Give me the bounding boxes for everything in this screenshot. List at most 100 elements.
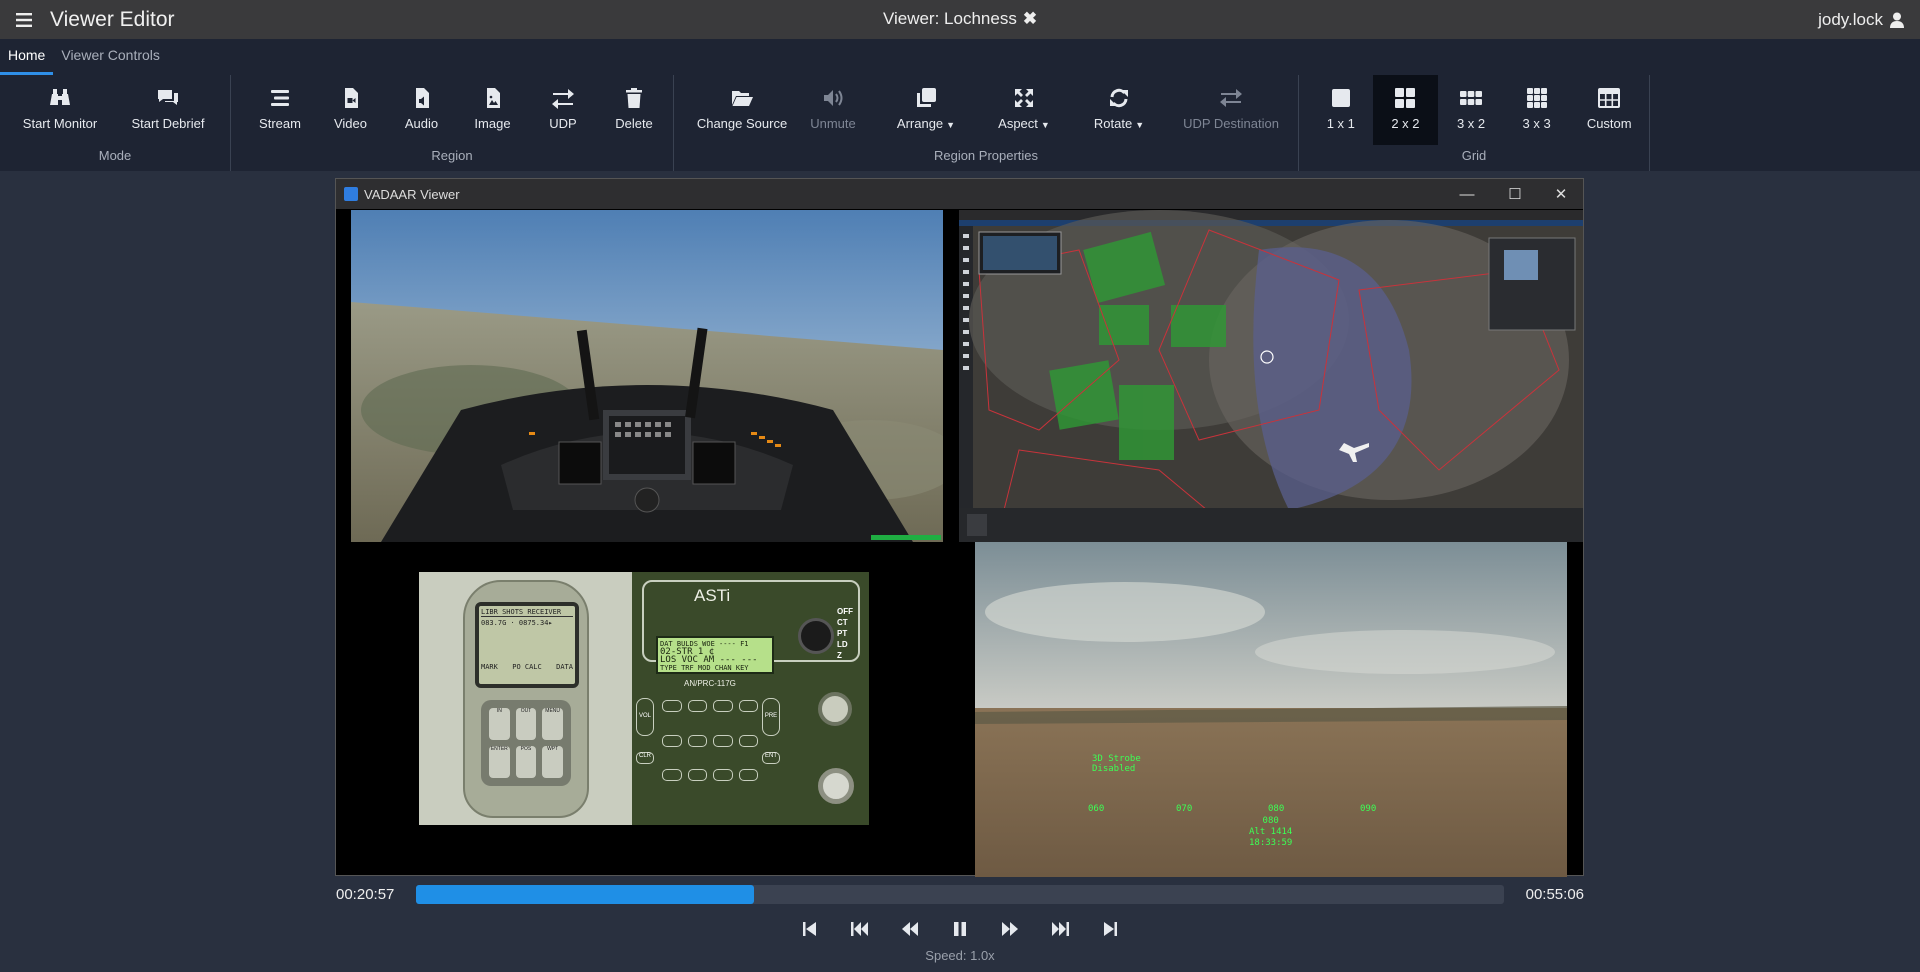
hud-heading-tick: 080 [1268, 804, 1285, 814]
radio-key[interactable] [713, 700, 733, 712]
square-icon [1331, 89, 1350, 107]
grid-1x1-button[interactable]: 1 x 1 [1309, 75, 1373, 145]
delete-button[interactable]: Delete [598, 75, 670, 145]
user-icon [1890, 12, 1904, 28]
radio-key[interactable] [662, 700, 682, 712]
radio-key[interactable] [662, 769, 682, 782]
sim-hud-pane[interactable]: 3D Strobe Disabled 060 070 080 090 080 A… [975, 542, 1567, 877]
radio-key[interactable] [687, 700, 707, 712]
gps-key-out[interactable]: OUT [515, 708, 537, 740]
vol-button[interactable]: VOL [636, 698, 654, 736]
change-source-button[interactable]: Change Source [694, 75, 790, 145]
grid-custom-button[interactable]: Custom [1569, 75, 1649, 145]
hud-heading-tape: 060 070 080 090 [1088, 804, 1388, 818]
tactical-map-pane[interactable] [959, 210, 1583, 542]
progress-track[interactable] [416, 885, 1504, 904]
gps-key-menu[interactable]: MENU [542, 708, 563, 740]
udp-destination-button[interactable]: UDP Destination [1166, 75, 1296, 145]
unmute-button[interactable]: Unmute [790, 75, 876, 145]
gps-keypad: IN OUT MENU ENTER POS WPT [481, 700, 571, 786]
radio-display: DAT BULDS WOE ---- F1 02-STR 1 ¢ LOS VOC… [656, 636, 774, 674]
maximize-icon[interactable]: ☐ [1495, 179, 1535, 209]
video-button[interactable]: Video [315, 75, 386, 145]
fast-forward-icon[interactable] [997, 918, 1023, 940]
radio-panel-pane[interactable]: LIBR SHOTS RECEIVER 083.7G · 0875.34▸ MA… [419, 572, 869, 825]
gps-key-mark[interactable]: MARK [481, 663, 498, 671]
delete-label: Delete [615, 116, 653, 131]
grid-3x2-icon [1460, 91, 1483, 105]
exchange-icon [1220, 89, 1242, 107]
radio-display-line: TYPE TRF MOD CHAN KEY [660, 664, 749, 672]
rewind-icon[interactable] [897, 918, 923, 940]
playback-speed: Speed: 1.0x [925, 948, 995, 963]
radio-key[interactable] [687, 734, 707, 747]
gps-key-pos[interactable]: POS [515, 746, 537, 778]
aspect-dropdown[interactable]: Aspect ▼ [976, 75, 1072, 145]
image-file-icon [486, 88, 500, 108]
radio-key[interactable] [713, 769, 733, 782]
playback-progress: 00:20:57 00:55:06 [336, 880, 1584, 910]
radio-key[interactable] [738, 734, 758, 747]
clr-button[interactable]: CLR [636, 752, 654, 764]
start-debrief-button[interactable]: Start Debrief [108, 75, 228, 145]
grid-3x2-button[interactable]: 3 x 2 [1438, 75, 1504, 145]
radio-key[interactable] [662, 734, 682, 747]
radio-key[interactable] [738, 700, 758, 712]
audio-button[interactable]: Audio [386, 75, 457, 145]
rotate-dropdown[interactable]: Rotate ▼ [1072, 75, 1166, 145]
app-title: Viewer Editor [50, 7, 175, 31]
close-viewer-icon[interactable]: ✖ [1023, 9, 1037, 29]
audio-label: Audio [404, 116, 439, 131]
minimize-icon[interactable]: — [1447, 179, 1487, 209]
mode-knob[interactable] [798, 618, 834, 654]
grid-1x1-label: 1 x 1 [1326, 116, 1355, 131]
viewer-window-title: VADAAR Viewer [364, 186, 460, 202]
arrange-dropdown[interactable]: Arrange ▼ [876, 75, 976, 145]
gps-title: LIBR SHOTS RECEIVER [481, 608, 573, 617]
radio-key[interactable] [713, 734, 733, 747]
ent-button[interactable]: ENT [762, 752, 780, 764]
gps-key-enter[interactable]: ENTER [489, 746, 510, 778]
radio-keypad [662, 700, 758, 796]
vadaar-logo-icon [344, 187, 358, 201]
tab-home[interactable]: Home [0, 39, 54, 75]
region-properties-group-label: Region Properties [933, 148, 1039, 163]
next-icon[interactable] [1047, 918, 1073, 940]
video-label: Video [333, 116, 367, 131]
gps-key-wpt[interactable]: WPT [542, 746, 563, 778]
stream-button[interactable]: Stream [245, 75, 315, 145]
grid-2x2-button[interactable]: 2 x 2 [1372, 75, 1439, 145]
start-monitor-label: Start Monitor [22, 116, 98, 131]
folder-open-icon [732, 91, 753, 106]
radio-key[interactable] [738, 769, 758, 782]
hamburger-menu-icon[interactable] [0, 0, 48, 39]
viewer-window-titlebar[interactable]: VADAAR Viewer — ☐ ✕ [336, 179, 1583, 209]
gps-key-data[interactable]: DATA [556, 663, 573, 671]
previous-icon[interactable] [847, 918, 873, 940]
gps-key-in[interactable]: IN [489, 708, 510, 740]
grid-group: 1 x 1 2 x 2 3 x 2 3 x 3 Custom Grid [1299, 75, 1650, 171]
udp-button[interactable]: UDP [528, 75, 598, 145]
skip-to-end-icon[interactable] [1097, 918, 1123, 940]
pause-icon[interactable] [947, 918, 973, 940]
current-time: 00:20:57 [336, 886, 395, 903]
cockpit-scene [351, 210, 943, 542]
grid-3x3-button[interactable]: 3 x 3 [1504, 75, 1570, 145]
user-menu[interactable]: jody.lock [1818, 10, 1904, 30]
pre-button[interactable]: PRE [762, 698, 780, 736]
image-button[interactable]: Image [457, 75, 528, 145]
region-properties-group: Change Source Unmute Arrange ▼ Aspect ▼ Ro… [674, 75, 1299, 171]
radio-key[interactable] [687, 769, 707, 782]
gps-key-pocalc[interactable]: PO CALC [512, 663, 542, 671]
gps-screen: LIBR SHOTS RECEIVER 083.7G · 0875.34▸ MA… [475, 602, 579, 688]
cockpit-video-pane[interactable] [351, 210, 943, 542]
progress-fill [416, 885, 755, 904]
vadaar-viewer-window: VADAAR Viewer — ☐ ✕ LIBR SHOTS RECEIVER … [335, 178, 1584, 877]
close-icon[interactable]: ✕ [1541, 179, 1581, 209]
grid-custom-label: Custom [1586, 116, 1632, 131]
tab-viewer-controls[interactable]: Viewer Controls [53, 39, 168, 75]
radio-model: AN/PRC-117G [684, 679, 736, 688]
start-monitor-button[interactable]: Start Monitor [12, 75, 108, 145]
skip-to-start-icon[interactable] [797, 918, 823, 940]
knob-label: LD [837, 640, 848, 649]
